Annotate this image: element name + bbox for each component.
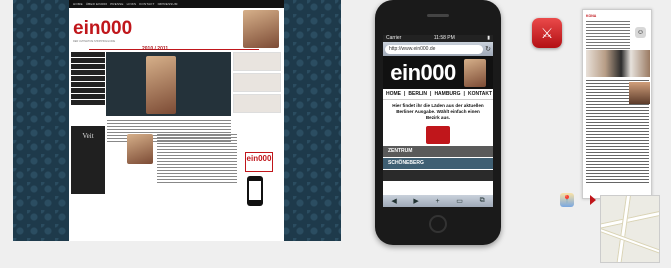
mobile-header: ein000 [383,56,493,89]
article-photo [127,134,153,164]
mobile-logo[interactable]: ein000 [390,60,456,86]
shop-photo [586,50,650,77]
nav-separator: | [404,91,406,97]
map-road [615,196,632,262]
district-label: ZENTRUM [388,148,413,154]
thumbnail[interactable] [233,52,281,71]
mobile-nav-berlin[interactable]: BERLIN [408,91,427,97]
mobile-nav-contact[interactable]: KONTAKT [468,91,492,97]
desktop-logo[interactable]: ein000 [73,19,132,38]
mobile-nav-hamburg[interactable]: HAMBURG [434,91,460,97]
url-bar: http://www.ein000.de ↻ [383,42,493,56]
sidebar-item[interactable] [71,94,105,99]
divider [89,49,259,50]
sidebar-item[interactable] [71,64,105,69]
app-icon[interactable]: ⚔ [532,18,562,48]
desktop-sidebar [71,52,105,106]
thumbnail[interactable] [233,73,281,92]
maps-app-icon[interactable]: 📍 [560,193,574,207]
sidebar-item[interactable] [71,88,105,93]
district-row[interactable] [383,170,493,181]
desktop-header: ein000 DER ULTIMATIVE SHOPPINGGUIDE [69,8,284,48]
iphone-screen: Carrier 11:58 PM ▮ http://www.ein000.de … [383,35,493,207]
promo-box[interactable]: ein000 [245,152,273,172]
nav-separator: | [430,91,432,97]
map-link-icon[interactable]: ☺ [635,27,646,38]
thumbnail[interactable] [233,94,281,113]
tabs-icon[interactable]: ⧉ [480,197,485,205]
shop-photo-small [629,82,650,104]
status-bar: Carrier 11:58 PM ▮ [383,35,493,42]
berlin-emblem-icon [426,126,450,144]
nav-item-contact[interactable]: KONTAKT [139,2,154,6]
desktop-tagline: DER ULTIMATIVE SHOPPINGGUIDE [73,40,116,43]
back-icon[interactable]: ◀ [391,197,396,205]
sidebar-item[interactable] [71,70,105,75]
mini-phone-image [247,176,263,206]
sidebar-item[interactable] [71,76,105,81]
map-road [601,207,659,230]
iphone-device: Carrier 11:58 PM ▮ http://www.ein000.de … [375,0,501,245]
sidebar-item[interactable] [71,58,105,63]
shop-detail-panel: KONA ☺ [582,9,652,199]
district-schoeneberg[interactable]: SCHÖNEBERG [383,158,493,169]
article-text [157,134,237,184]
add-bookmark-icon[interactable]: + [436,198,440,205]
map-road [601,227,659,259]
app-emblem-icon: ⚔ [540,24,554,41]
forward-icon[interactable]: ▶ [413,197,418,205]
sidebar-item[interactable] [71,100,105,105]
thumbnail-column [233,52,281,115]
url-input[interactable]: http://www.ein000.de [385,44,484,54]
desktop-page: HOME ÜBER EIN000 PRESSE LINKS KONTAKT IM… [69,0,284,241]
promo-logo: ein000 [246,154,272,163]
nav-item-about[interactable]: ÜBER EIN000 [86,2,107,6]
header-photo [243,10,279,48]
time-label: 11:58 PM [433,35,455,41]
composite-stage: HOME ÜBER EIN000 PRESSE LINKS KONTAKT IM… [0,0,671,268]
map-view[interactable] [600,195,660,263]
nav-item-imprint[interactable]: IMPRESSUM [158,2,178,6]
battery-icon: ▮ [487,35,490,41]
nav-item-press[interactable]: PRESSE [110,2,123,6]
bookmarks-icon[interactable]: ▭ [456,197,463,205]
feature-banner[interactable] [106,52,231,116]
veit-ad[interactable]: Veit [71,126,105,194]
mobile-header-photo [463,58,486,87]
speaker-grille [427,14,449,17]
district-label: SCHÖNEBERG [388,160,424,166]
home-button[interactable] [429,215,447,233]
refresh-icon[interactable]: ↻ [485,45,491,53]
sidebar-item[interactable] [71,52,105,57]
mobile-nav-home[interactable]: HOME [386,91,401,97]
browser-toolbar: ◀ ▶ + ▭ ⧉ [383,195,493,207]
mobile-nav: HOME | BERLIN | HAMBURG | KONTAKT [383,89,493,100]
nav-item-links[interactable]: LINKS [127,2,137,6]
carrier-label: Carrier [386,35,402,41]
sidebar-item[interactable] [71,82,105,87]
desktop-screenshot: HOME ÜBER EIN000 PRESSE LINKS KONTAKT IM… [13,0,341,241]
district-zentrum[interactable]: ZENTRUM [383,146,493,157]
veit-brand: Veit [82,132,94,140]
shop-address [586,21,630,51]
arrow-right-icon [590,195,596,205]
intro-text: Hier findet ihr die Läden aus der aktuel… [392,103,484,120]
desktop-top-nav: HOME ÜBER EIN000 PRESSE LINKS KONTAKT IM… [69,0,284,8]
feature-photo [146,56,176,114]
nav-separator: | [463,91,465,97]
nav-item-home[interactable]: HOME [73,2,83,6]
shop-title: KONA [586,14,597,18]
